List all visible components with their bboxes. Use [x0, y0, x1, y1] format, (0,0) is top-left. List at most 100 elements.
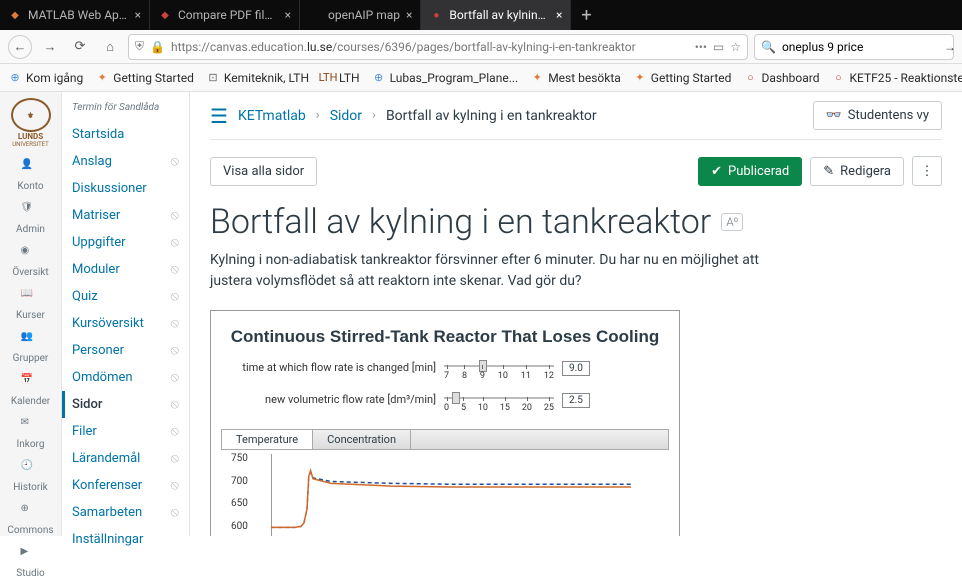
more-actions-button[interactable]: ⋮ — [912, 156, 942, 186]
hidden-icon: ⦸ — [171, 316, 179, 331]
global-nav-historik[interactable]: 🕘Historik — [0, 455, 61, 498]
url-bar[interactable]: ⛨ 🔒 https://canvas.education.lu.se/cours… — [128, 34, 748, 60]
course-nav-label: Konferenser — [72, 478, 142, 493]
course-nav-item[interactable]: Lärandemål⦸ — [62, 445, 189, 472]
global-nav-admin[interactable]: 🛡Admin — [0, 197, 61, 240]
global-nav-konto[interactable]: 👤Konto — [0, 154, 61, 197]
global-nav-commons[interactable]: ⊕ Commons — [0, 498, 61, 541]
course-nav-item[interactable]: Diskussioner — [62, 175, 189, 202]
nav-icon: ◉ — [21, 245, 41, 265]
course-nav-item[interactable]: Anslag⦸ — [62, 148, 189, 175]
bookmark-item[interactable]: ✦Mest besökta — [530, 71, 621, 85]
logo-lunds[interactable]: ⚜ LUNDS UNIVERSITET — [6, 98, 56, 148]
bookmark-item[interactable]: ✦Getting Started — [633, 71, 732, 85]
course-nav-item[interactable]: Startsida — [62, 121, 189, 148]
global-nav-kurser[interactable]: 📖Kurser — [0, 283, 61, 326]
global-nav-inkorg[interactable]: ✉Inkorg — [0, 412, 61, 455]
course-nav-item[interactable]: Moduler⦸ — [62, 256, 189, 283]
course-nav-label: Anslag — [72, 154, 112, 169]
hidden-icon: ⦸ — [171, 262, 179, 277]
course-nav-item[interactable]: Quiz⦸ — [62, 283, 189, 310]
search-go-icon[interactable]: → — [944, 40, 956, 54]
global-nav-kalender[interactable]: 📅Kalender — [0, 369, 61, 412]
nav-label: Commons — [7, 525, 53, 536]
nav-icon: ✉ — [21, 417, 41, 437]
student-view-button[interactable]: 👓Studentens vy — [813, 101, 942, 130]
edit-button[interactable]: ✎Redigera — [810, 157, 904, 186]
global-nav-översikt[interactable]: ◉Översikt — [0, 240, 61, 283]
nav-icon: 🕘 — [21, 460, 41, 480]
course-nav-item[interactable]: Konferenser⦸ — [62, 472, 189, 499]
crumb-section[interactable]: Sidor — [330, 108, 362, 124]
browser-tab[interactable]: ●Bortfall av kylning i en tankreak× — [421, 0, 571, 30]
course-nav-item[interactable]: Kursöversikt ⦸ — [62, 310, 189, 337]
close-tab-icon[interactable]: × — [406, 8, 412, 22]
published-button[interactable]: ✔Publicerad — [698, 157, 802, 186]
crumb-course[interactable]: KETmatlab — [238, 108, 306, 124]
bookmark-icon: ○ — [743, 71, 757, 85]
course-nav-item[interactable]: Samarbeten⦸ — [62, 499, 189, 526]
bookmark-star-icon[interactable]: ☆ — [730, 40, 741, 54]
bookmark-item[interactable]: ○KETF25 - Reaktionstek... — [832, 71, 962, 85]
slider1[interactable]: 789101112 — [444, 361, 554, 391]
home-button[interactable]: ⌂ — [98, 35, 122, 59]
nav-label: Studio — [16, 568, 45, 579]
hidden-icon: ⦸ — [171, 289, 179, 304]
reader-icon[interactable]: ▭ — [713, 40, 724, 54]
bookmark-item[interactable]: LTHLTH — [321, 71, 360, 85]
slider2[interactable]: 0510152025 — [444, 393, 554, 423]
bookmark-icon: ⊕ — [372, 71, 386, 85]
slider2-value[interactable]: 2.5 — [562, 393, 590, 408]
bookmark-label: Mest besökta — [548, 71, 621, 85]
bookmark-item[interactable]: ✦Getting Started — [95, 71, 194, 85]
course-nav-label: Filer — [72, 424, 97, 439]
shield-icon: ⛨ — [135, 39, 144, 54]
bookmark-icon: LTH — [321, 71, 335, 85]
browser-tab[interactable]: openAIP map× — [300, 0, 421, 30]
course-nav-label: Diskussioner — [72, 181, 147, 196]
course-nav-label: Kursöversikt — [72, 316, 144, 331]
page-title: Bortfall av kylning i en tankreaktor A⁰ — [210, 202, 942, 242]
bookmark-label: Getting Started — [113, 71, 194, 85]
back-button[interactable]: ← — [8, 35, 32, 59]
forward-button[interactable]: → — [38, 35, 62, 59]
nav-label: Kurser — [16, 310, 45, 321]
browser-tab[interactable]: ◆MATLAB Web Apps× — [0, 0, 150, 30]
course-nav-item[interactable]: Filer⦸ — [62, 418, 189, 445]
tab-label: Compare PDF files - 100% Free — [178, 8, 279, 22]
global-nav-grupper[interactable]: 👥Grupper — [0, 326, 61, 369]
tab-temperature[interactable]: Temperature — [222, 430, 313, 449]
nav-icon: ⊕ — [21, 503, 41, 523]
close-tab-icon[interactable]: × — [285, 8, 291, 22]
url-text: https://canvas.education.lu.se/courses/6… — [171, 40, 636, 54]
reload-button[interactable]: ⟳ — [68, 35, 92, 59]
tab-concentration[interactable]: Concentration — [313, 430, 411, 449]
course-nav-item[interactable]: Personer⦸ — [62, 337, 189, 364]
course-nav-item[interactable]: Matriser⦸ — [62, 202, 189, 229]
close-tab-icon[interactable]: × — [135, 8, 141, 22]
favicon: ◆ — [158, 8, 172, 22]
course-nav-item[interactable]: Omdömen⦸ — [62, 364, 189, 391]
course-nav-item[interactable]: Inställningar — [62, 526, 189, 553]
course-nav-label: Startsida — [72, 127, 124, 142]
hidden-icon: ⦸ — [171, 208, 179, 223]
browser-tab[interactable]: ◆ Compare PDF files - 100% Free × — [150, 0, 300, 30]
bookmark-item[interactable]: ⊕Kom igång — [8, 71, 83, 85]
search-input[interactable] — [782, 40, 938, 54]
immersive-reader-button[interactable]: A⁰ — [721, 213, 743, 231]
new-tab-button[interactable]: + — [571, 0, 601, 30]
course-nav-item[interactable]: Uppgifter⦸ — [62, 229, 189, 256]
bookmark-item[interactable]: ⊕Lubas_Program_Plane... — [372, 71, 519, 85]
close-tab-icon[interactable]: × — [556, 8, 562, 22]
bookmark-item[interactable]: ○Dashboard — [743, 71, 819, 85]
search-bar[interactable]: 🔍 → — [754, 34, 954, 60]
glasses-icon: 👓 — [826, 108, 842, 123]
global-nav-studio[interactable]: ▶Studio — [0, 541, 61, 584]
hamburger-icon[interactable]: ☰ — [210, 104, 228, 128]
course-nav-item[interactable]: Sidor⦸ — [62, 391, 189, 418]
slider1-value[interactable]: 9.0 — [562, 361, 590, 376]
view-all-pages-button[interactable]: Visa alla sidor — [210, 157, 317, 186]
favicon — [308, 8, 322, 22]
bookmark-item[interactable]: ⊡Kemiteknik, LTH — [206, 71, 309, 85]
ellipsis-icon[interactable]: ••• — [695, 40, 707, 54]
